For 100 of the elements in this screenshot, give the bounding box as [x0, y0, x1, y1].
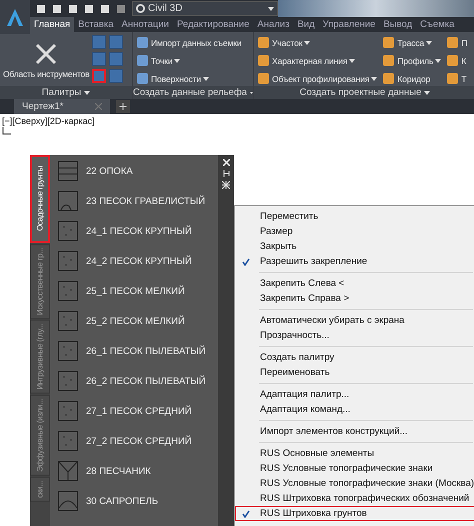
ribbon-button[interactable]: Импорт данных съемки [136, 35, 242, 50]
palette-tool-item[interactable]: 28 ПЕСЧАНИК [86, 466, 151, 476]
ribbon-tool-icon [382, 72, 396, 85]
ribbon-tool-icon [136, 54, 149, 67]
hatch-pattern-icon [58, 461, 78, 481]
ribbon-button[interactable]: Характерная линия [257, 53, 378, 68]
app-logo-icon[interactable] [0, 0, 30, 34]
gear-icon [136, 4, 145, 13]
ribbon-tab[interactable]: Анализ [253, 17, 294, 32]
ribbon-tab[interactable]: Вставка [74, 17, 118, 32]
dropdown-caret-icon [203, 76, 210, 80]
panel-title[interactable]: Создать данные рельефа [133, 86, 253, 99]
hatch-pattern-icon [58, 341, 78, 361]
ribbon-button[interactable]: Объект профилирования [257, 71, 378, 86]
ribbon-tool-icon [446, 36, 460, 49]
viewport-label[interactable]: [−][Сверху][2D-каркас] [2, 116, 472, 126]
ribbon-tool-icon [257, 54, 270, 67]
ribbon-tab[interactable]: Съемка [416, 17, 458, 32]
hatch-pattern-icon [58, 311, 78, 331]
menu-item[interactable]: Автоматически убирать с экрана [235, 313, 474, 328]
ribbon-tab[interactable]: Управление [318, 17, 380, 32]
ribbon-button[interactable]: Коридор [382, 71, 442, 86]
dropdown-caret-icon [371, 76, 378, 80]
ribbon-tab[interactable]: Редактирование [172, 17, 254, 32]
panel-title[interactable]: Создать проектные данные [254, 86, 474, 99]
hatch-pattern-icon [58, 281, 78, 301]
menu-item[interactable]: RUS Условные топографические знаки (Москва) [235, 476, 474, 491]
menu-item[interactable]: Разрешить закрепление [235, 254, 474, 269]
ribbon-tool-icon [136, 36, 149, 49]
menu-item[interactable]: Закрепить Слева < [235, 276, 474, 291]
pin-icon[interactable] [222, 170, 230, 177]
hatch-pattern-icon [58, 431, 78, 451]
tool-palettes-button[interactable]: Область инструментов [3, 35, 90, 86]
ribbon-button[interactable]: Профиль [382, 53, 442, 68]
settings-icon[interactable] [222, 181, 230, 189]
menu-item[interactable]: Адаптация палитр... [235, 387, 474, 402]
menu-item[interactable]: RUS Условные топографические знаки [235, 461, 474, 476]
palette-tool-item[interactable]: 24_2 ПЕСОК КРУПНЫЙ [86, 256, 192, 266]
checkmark-icon [242, 510, 250, 518]
document-tab[interactable]: Чертеж1* [14, 99, 110, 114]
menu-item[interactable]: Закрыть [235, 239, 474, 254]
dropdown-caret-icon [424, 90, 430, 94]
dropdown-caret-icon [268, 6, 274, 10]
palette-tool-item[interactable]: 27_1 ПЕСОК СРЕДНИЙ [86, 406, 192, 416]
menu-item[interactable]: RUS Штриховка грунтов [235, 506, 474, 521]
ribbon-tab[interactable]: Вид [293, 17, 319, 32]
ribbon-tool-icon [446, 72, 460, 85]
panel-title[interactable]: Палитры [0, 86, 132, 99]
menu-item[interactable]: RUS Штриховка топографических обозначений [235, 491, 474, 506]
hatch-pattern-icon [58, 371, 78, 391]
palette-tool-item[interactable]: 25_1 ПЕСОК МЕЛКИЙ [86, 286, 185, 296]
palette-tool-item[interactable]: 30 САПРОПЕЛЬ [86, 496, 158, 506]
hatch-pattern-icon [58, 401, 78, 421]
palette-tool-item[interactable]: 26_1 ПЕСОК ПЫЛЕВАТЫЙ [86, 346, 206, 356]
palette-tool-item[interactable]: 26_2 ПЕСОК ПЫЛЕВАТЫЙ [86, 376, 206, 386]
ribbon-button[interactable]: К [446, 53, 468, 68]
ribbon-tab[interactable]: Вывод [379, 17, 416, 32]
hatch-pattern-icon [58, 161, 78, 181]
ribbon-button[interactable]: Поверхности [136, 71, 242, 86]
tools-icon [34, 42, 58, 66]
palette-tool-item[interactable]: 23 ПЕСОК ГРАВЕЛИСТЫЙ [86, 196, 206, 206]
ribbon-button[interactable]: Точки [136, 53, 242, 68]
ucs-icon [2, 126, 12, 135]
workspace-dropdown[interactable]: Civil 3D [132, 1, 278, 16]
ribbon-tool-icon [446, 54, 460, 67]
ribbon-tab[interactable]: Главная [30, 17, 74, 32]
menu-item[interactable]: Закрепить Справа > [235, 291, 474, 306]
palette-tab[interactable]: Осадочные грунты [30, 155, 50, 243]
ribbon-tool-icon [136, 72, 149, 85]
ribbon-tool-icon [382, 54, 396, 67]
menu-item[interactable]: RUS Основные элементы [235, 446, 474, 461]
palette-tool-item[interactable]: 22 ОПОКА [86, 166, 133, 176]
dropdown-caret-icon [174, 58, 180, 62]
hatch-pattern-icon [58, 491, 78, 511]
dropdown-caret-icon [435, 58, 442, 62]
add-tab-icon[interactable] [116, 100, 130, 113]
ribbon-button[interactable]: Участок [257, 35, 378, 50]
ribbon-button[interactable]: Т [446, 71, 468, 86]
dropdown-caret-icon [304, 40, 310, 44]
dropdown-caret-icon [84, 90, 90, 94]
menu-item[interactable]: Переместить [235, 209, 474, 224]
palette-tool-item[interactable]: 27_2 ПЕСОК СРЕДНИЙ [86, 436, 192, 446]
menu-item[interactable]: Адаптация команд... [235, 402, 474, 417]
menu-item[interactable]: Переименовать [235, 365, 474, 380]
palette-tool-item[interactable]: 24_1 ПЕСОК КРУПНЫЙ [86, 226, 192, 236]
checkmark-icon [242, 258, 250, 266]
dropdown-caret-icon [349, 58, 356, 62]
ribbon-tab[interactable]: Аннотации [117, 17, 173, 32]
ribbon-button[interactable]: Трасса [382, 35, 442, 50]
menu-item[interactable]: Размер [235, 224, 474, 239]
ribbon-tool-icon [257, 72, 270, 85]
dropdown-caret-icon [426, 40, 432, 44]
ribbon-tool-icon [257, 36, 270, 49]
ribbon-button[interactable]: П [446, 35, 468, 50]
menu-item[interactable]: Импорт элементов конструкций... [235, 424, 474, 439]
menu-item[interactable]: Прозрачность... [235, 328, 474, 343]
ribbon-tool-icon [382, 36, 396, 49]
palette-tool-item[interactable]: 25_2 ПЕСОК МЕЛКИЙ [86, 316, 185, 326]
menu-item[interactable]: Создать палитру [235, 350, 474, 365]
hatch-pattern-icon [58, 251, 78, 271]
